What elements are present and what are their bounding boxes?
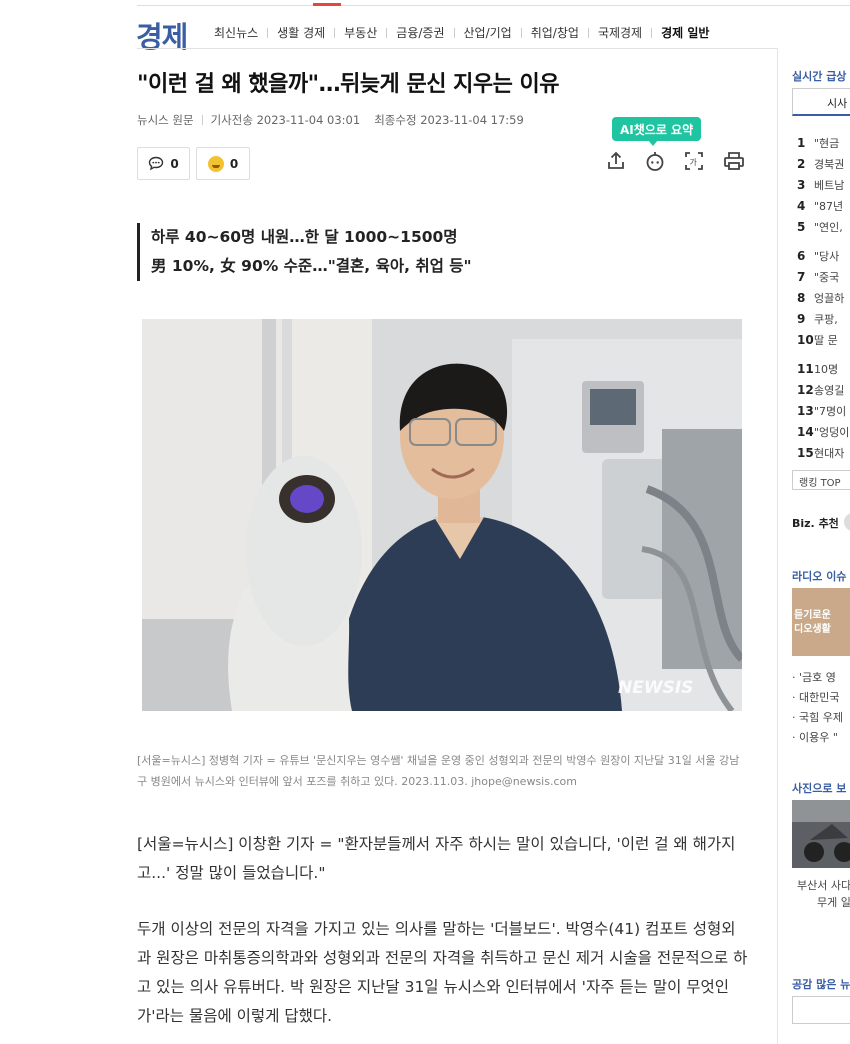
share-icon[interactable]: [604, 149, 628, 173]
radio-issue-list: · '금호 영 · 대한민국 · 국힘 우제 · 이용우 ": [792, 668, 843, 748]
right-sidebar: 실시간 급상 시사 1 "현금 2 경북권 3 베트남 4 "87년 5 "연인, 6 "당…: [792, 0, 850, 1044]
reaction-button[interactable]: 0: [196, 147, 250, 180]
section-logo[interactable]: 경제: [136, 14, 188, 56]
ranking-item[interactable]: 13"7명이: [797, 403, 850, 424]
reaction-count: 0: [229, 156, 239, 171]
ranking-item[interactable]: 6 "당사: [797, 248, 850, 269]
ranking-item[interactable]: 14"엉덩이: [797, 424, 850, 445]
doctor-holding-laser-photo: NEWSIS: [142, 319, 742, 711]
smile-emoji-icon: [207, 155, 224, 172]
ranking-item[interactable]: 9 쿠팡,: [797, 311, 850, 332]
photo-news-title: 사진으로 보: [792, 782, 847, 795]
top-border-accent: [313, 3, 341, 6]
nav-item-living-economy[interactable]: 생활 경제: [268, 24, 334, 41]
biz-recommend-label: Biz. 추천: [792, 517, 839, 530]
nav-item-global-economy[interactable]: 국제경제: [589, 24, 651, 41]
top-border: [137, 5, 850, 6]
sent-time: 2023-11-04 03:01: [256, 113, 361, 127]
biz-recommend-toggle[interactable]: [844, 513, 850, 531]
popular-news-title: 공감 많은 뉴: [792, 978, 850, 991]
print-icon[interactable]: [722, 149, 746, 173]
comment-count: 0: [170, 156, 179, 171]
subheadline-line: 하루 40~60명 내원…한 달 1000~1500명: [151, 228, 458, 246]
radio-issue-title: 라디오 이슈: [792, 570, 847, 583]
ranking-item[interactable]: 2 경북권: [797, 156, 850, 177]
radio-issue-item[interactable]: · 대한민국: [792, 688, 843, 708]
article-subheadline: 하루 40~60명 내원…한 달 1000~1500명 男 10%, 女 90%…: [137, 223, 472, 281]
ranking-item[interactable]: 5 "연인,: [797, 219, 850, 240]
realtime-ranking-title: 실시간 급상: [792, 70, 847, 83]
ranking-item[interactable]: 10딸 문: [797, 332, 850, 353]
tab-current-affairs[interactable]: 시사: [792, 88, 850, 116]
radio-issue-item[interactable]: · 이용우 ": [792, 728, 843, 748]
ranking-top-button[interactable]: 랭킹 TOP: [792, 470, 850, 490]
subheadline-line: 男 10%, 女 90% 수준…"결혼, 육아, 취업 등": [151, 257, 472, 275]
sidebar-divider: [777, 48, 778, 1044]
article-paragraph: 두개 이상의 전문의 자격을 가지고 있는 의사를 말하는 '더블보드'. 박영…: [137, 920, 748, 1025]
photo-caption: [서울=뉴시스] 정병혁 기자 = 유튜브 '문신지우는 영수쌤' 채널을 운영…: [137, 754, 740, 788]
section-nav: 최신뉴스 생활 경제 부동산 금융/증권 산업/기업 취업/창업 국제경제 경제…: [205, 24, 718, 41]
ranking-item[interactable]: 3 베트남: [797, 177, 850, 198]
ranking-item[interactable]: 1110명: [797, 361, 850, 382]
ranking-item[interactable]: 1 "현금: [797, 135, 850, 156]
radio-issue-item[interactable]: · '금호 영: [792, 668, 843, 688]
popular-news-box[interactable]: [792, 996, 850, 1024]
nav-item-industry[interactable]: 산업/기업: [455, 24, 521, 41]
ai-summary-button[interactable]: AI챗으로 요약: [612, 117, 702, 146]
radio-issue-image[interactable]: 듣기로운 디오생활: [792, 588, 850, 656]
comment-button[interactable]: 0: [137, 147, 190, 180]
article-headline: "이런 걸 왜 했을까"…뒤늦게 문신 지우는 이유: [137, 72, 559, 97]
modified-label: 최종수정: [374, 113, 417, 127]
header-divider: [137, 48, 777, 49]
modified-time: 2023-11-04 17:59: [420, 113, 524, 127]
article-meta: 뉴시스 원문 기사전송 2023-11-04 03:01 최종수정 2023-1…: [137, 112, 524, 128]
photo-watermark: NEWSIS: [618, 678, 693, 698]
photo-news-caption[interactable]: 부산서 사다 무게 일: [797, 877, 850, 911]
svg-text:가: 가: [690, 158, 698, 167]
nav-item-economy-general[interactable]: 경제 일반: [652, 24, 718, 41]
article-paragraph: [서울=뉴시스] 이창환 기자 = "환자분들께서 자주 하시는 말이 있습니다…: [137, 835, 736, 882]
source-original-link[interactable]: 원문: [172, 112, 193, 128]
comment-icon: [149, 156, 164, 171]
nav-item-finance[interactable]: 금융/증권: [387, 24, 453, 41]
article-photo[interactable]: NEWSIS: [142, 319, 742, 711]
photo-news-thumbnail[interactable]: [792, 800, 850, 868]
nav-item-latest[interactable]: 최신뉴스: [205, 24, 267, 41]
nav-item-jobs[interactable]: 취업/창업: [522, 24, 588, 41]
ranking-list: 1 "현금 2 경북권 3 베트남 4 "87년 5 "연인, 6 "당사 7 "중국 8 엉끌…: [797, 135, 850, 466]
ranking-item[interactable]: 4 "87년: [797, 198, 850, 219]
radio-issue-item[interactable]: · 국힘 우제: [792, 708, 843, 728]
ai-bot-icon[interactable]: [643, 149, 667, 173]
text-size-icon[interactable]: 가: [682, 149, 706, 173]
ranking-item[interactable]: 8 엉끌하: [797, 290, 850, 311]
motorcycle-thumbnail-image: [792, 800, 850, 868]
sent-label: 기사전송: [210, 113, 253, 127]
ranking-item[interactable]: 7 "중국: [797, 269, 850, 290]
ranking-item[interactable]: 15현대자: [797, 445, 850, 466]
article-source[interactable]: 뉴시스: [137, 112, 169, 128]
ranking-item[interactable]: 12송영길: [797, 382, 850, 403]
meta-divider: [201, 115, 203, 125]
nav-item-real-estate[interactable]: 부동산: [335, 24, 386, 41]
